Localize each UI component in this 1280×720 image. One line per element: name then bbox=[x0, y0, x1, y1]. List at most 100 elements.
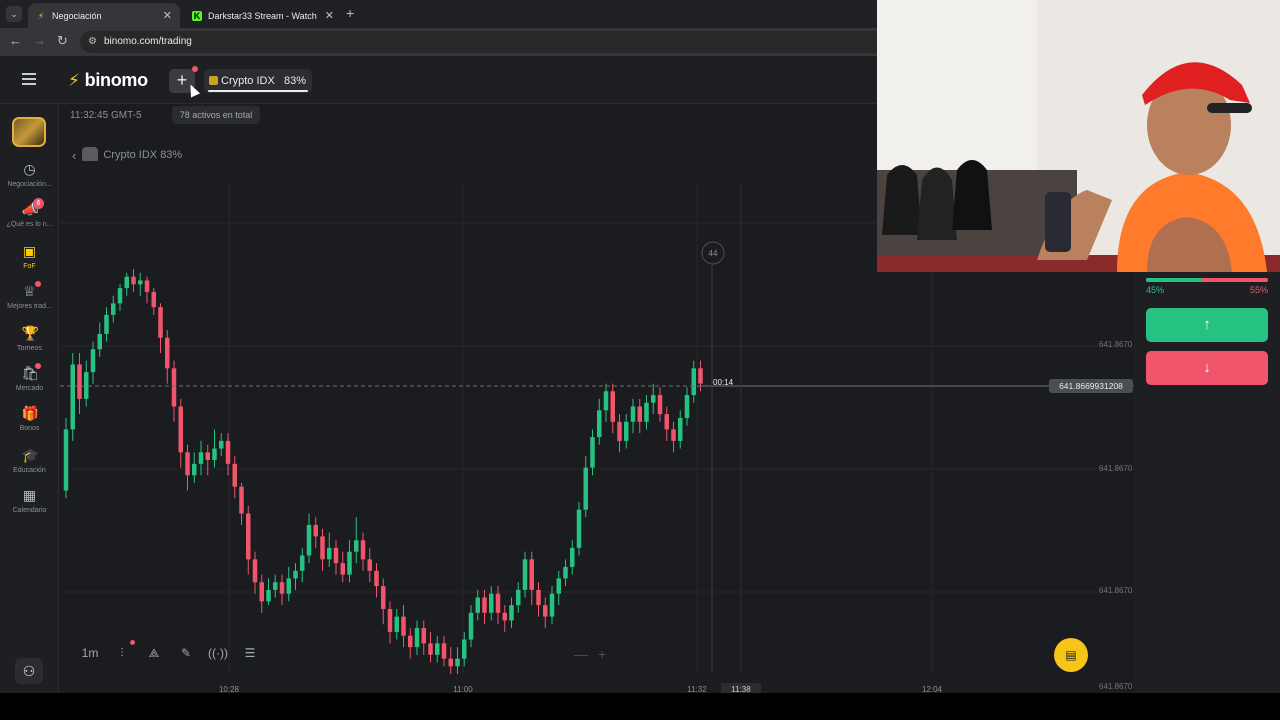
candle-body bbox=[387, 608, 393, 632]
timeframe-button[interactable]: 1m bbox=[74, 642, 106, 664]
candle-body bbox=[421, 628, 426, 644]
candle-body bbox=[549, 593, 555, 617]
sidebar-item-label: Bonos bbox=[19, 425, 40, 432]
y-tick-label: 641.8670 bbox=[1099, 586, 1133, 595]
calendar-icon: ▦ bbox=[22, 487, 37, 503]
candle-body bbox=[239, 486, 244, 514]
candle-body bbox=[333, 547, 339, 564]
candle-body bbox=[144, 280, 150, 292]
fof-icon: ▣ bbox=[22, 243, 37, 259]
calendar-button[interactable]: ▤ bbox=[1054, 638, 1088, 672]
candle-body bbox=[77, 364, 82, 399]
close-tab-icon[interactable]: ✕ bbox=[163, 9, 172, 22]
candle-body bbox=[185, 452, 190, 476]
sidebar-item-4[interactable]: 🏆 Torneos bbox=[0, 325, 59, 352]
candle-body bbox=[414, 628, 420, 648]
candle-body bbox=[273, 582, 278, 590]
candle-body bbox=[637, 406, 642, 422]
browser-tab-trading[interactable]: ⚡ Negociación ✕ bbox=[28, 3, 180, 28]
up-button[interactable]: ↑ bbox=[1146, 308, 1268, 342]
back-icon[interactable]: ← bbox=[9, 33, 22, 48]
candle-body bbox=[516, 589, 521, 606]
sidebar-item-label: Torneos bbox=[17, 345, 42, 352]
sidebar-item-2[interactable]: ▣ FoF bbox=[0, 243, 59, 270]
zoom-in-icon[interactable]: + bbox=[598, 646, 606, 662]
candle-body bbox=[590, 437, 595, 468]
asset-tab-crypto-idx[interactable]: Crypto IDX 83% bbox=[204, 69, 312, 93]
down-button[interactable]: ↓ bbox=[1146, 351, 1268, 385]
sidebar-item-1[interactable]: 📣 ¿Qué es lo n... 6 bbox=[0, 198, 59, 228]
sentiment-up-label: 45% bbox=[1146, 285, 1165, 295]
binomo-favicon-icon: ⚡ bbox=[37, 10, 45, 21]
notification-badge: 6 bbox=[33, 198, 44, 209]
candle-body bbox=[563, 566, 568, 579]
candle-body bbox=[219, 440, 224, 449]
layout-icon[interactable]: ☰ bbox=[234, 642, 266, 664]
signals-icon[interactable]: ((·)) bbox=[202, 642, 234, 664]
reload-icon[interactable]: ↻ bbox=[57, 33, 68, 49]
drawing-tools-icon[interactable]: ⟁ bbox=[138, 642, 170, 664]
kick-favicon-icon: K bbox=[192, 10, 202, 21]
sidebar-item-8[interactable]: ▦ Calendario bbox=[0, 487, 59, 514]
url-text: binomo.com/trading bbox=[104, 36, 192, 47]
sidebar-item-3[interactable]: ♕ Mejores trad... bbox=[0, 281, 59, 310]
candle-body bbox=[630, 406, 636, 422]
site-info-icon[interactable]: ⚙ bbox=[88, 36, 97, 47]
crypto-idx-icon bbox=[209, 76, 218, 85]
notification-dot bbox=[35, 281, 41, 287]
candle-body bbox=[664, 414, 669, 430]
sidebar-item-5[interactable]: 🛍 Mercado bbox=[0, 363, 59, 392]
binomo-logo[interactable]: ⚡ binomo bbox=[68, 70, 148, 91]
candle-body bbox=[576, 509, 582, 548]
zoom-controls[interactable]: — + bbox=[574, 646, 606, 662]
candle-body bbox=[286, 578, 291, 594]
avatar[interactable] bbox=[12, 117, 46, 147]
candle-body bbox=[698, 368, 703, 384]
candle-body bbox=[610, 391, 615, 422]
menu-icon[interactable] bbox=[22, 73, 36, 85]
x-tick-label: 11:32 bbox=[687, 685, 707, 693]
candle-body bbox=[401, 616, 406, 636]
sidebar-item-6[interactable]: 🎁 Bonos bbox=[0, 405, 59, 432]
round-counter: 44 bbox=[709, 249, 718, 258]
candle-body bbox=[543, 605, 548, 617]
candle-body bbox=[313, 524, 318, 537]
candle-body bbox=[678, 417, 683, 441]
sidebar-item-label: Mercado bbox=[15, 385, 44, 392]
support-user-icon[interactable]: ⚇ bbox=[15, 658, 43, 684]
candle-body bbox=[198, 452, 204, 464]
sidebar-item-label: Educación bbox=[13, 467, 46, 474]
candle-body bbox=[489, 593, 494, 613]
logo-text: binomo bbox=[84, 70, 148, 90]
candle-body bbox=[367, 559, 372, 571]
candle-body bbox=[374, 570, 379, 587]
candle-body bbox=[340, 563, 345, 575]
candle-body bbox=[192, 463, 197, 476]
candle-body bbox=[502, 612, 507, 621]
zoom-out-icon[interactable]: — bbox=[574, 646, 588, 662]
chart-toolbar: 1m ⫶ ⟁ ✎ ((·)) ☰ bbox=[74, 640, 266, 664]
candle-body bbox=[597, 410, 602, 438]
close-tab-icon[interactable]: ✕ bbox=[325, 9, 334, 22]
candle-body bbox=[90, 349, 96, 373]
y-tick-label: 641.8670 bbox=[1099, 340, 1133, 349]
sidebar-item-0[interactable]: ◷ Negociación... bbox=[0, 161, 59, 188]
candle-body bbox=[522, 559, 528, 590]
new-tab-icon[interactable]: + bbox=[346, 5, 354, 21]
sidebar: ◷ Negociación... 📣 ¿Qué es lo n... 6 ▣ FoF ♕ Mej… bbox=[0, 105, 59, 720]
candle-body bbox=[300, 555, 305, 571]
candle-body bbox=[320, 536, 325, 560]
candle-body bbox=[536, 589, 541, 606]
tab-search-button[interactable]: ⌄ bbox=[6, 6, 22, 22]
indicators-icon[interactable]: ⫶ bbox=[106, 640, 138, 664]
sidebar-item-7[interactable]: 🎓 Educación bbox=[0, 447, 59, 474]
browser-tab-stream[interactable]: K Darkstar33 Stream - Watch Live ✕ bbox=[184, 3, 342, 28]
x-tick-label: 10:28 bbox=[219, 685, 240, 693]
sentiment-down-label: 55% bbox=[1249, 285, 1268, 295]
active-tab-underline bbox=[208, 90, 308, 92]
sidebar-item-label: Mejores trad... bbox=[7, 303, 52, 310]
chart-asset-label: Crypto IDX 83% bbox=[103, 149, 183, 161]
forward-icon[interactable]: → bbox=[33, 33, 46, 48]
pencil-icon[interactable]: ✎ bbox=[170, 642, 202, 664]
candle-body bbox=[279, 582, 285, 594]
